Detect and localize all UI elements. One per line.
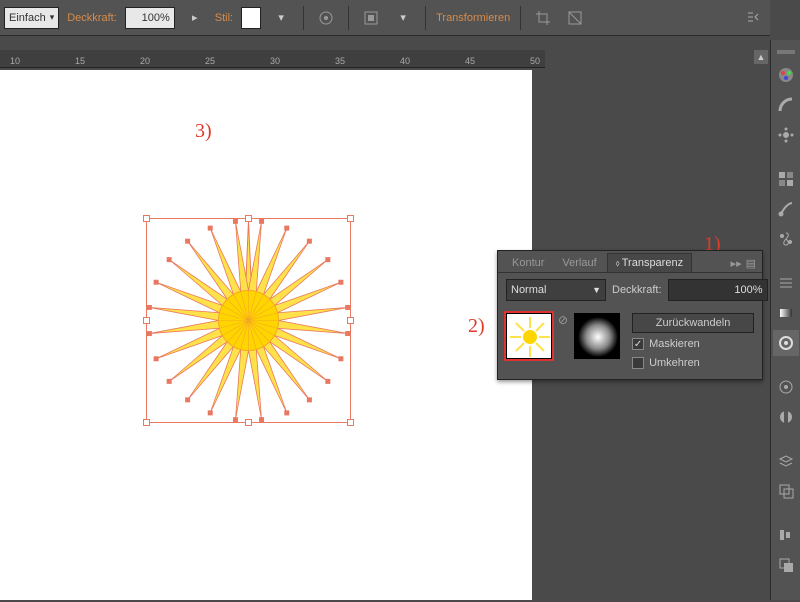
selection-handle-se[interactable] bbox=[347, 419, 354, 426]
panel-opacity-label: Deckkraft: bbox=[612, 284, 662, 296]
tab-verlauf[interactable]: Verlauf bbox=[554, 254, 604, 272]
recolor-icon[interactable] bbox=[314, 7, 338, 29]
horizontal-ruler: 10 15 20 25 30 35 40 45 50 bbox=[0, 50, 545, 68]
layers-icon[interactable] bbox=[773, 448, 799, 474]
transparency-panel[interactable]: Kontur Verlauf ⬨Transparenz ▸▸ ▤ Normal ▼… bbox=[497, 250, 763, 380]
options-bar: Einfach ▾ Deckkraft: 100% ▸ Stil: ▾ ▾ Tra… bbox=[0, 0, 770, 36]
selection-box[interactable] bbox=[146, 218, 351, 423]
blend-mode-dropdown[interactable]: Normal ▼ bbox=[506, 279, 606, 301]
revert-mask-button[interactable]: Zurückwandeln bbox=[632, 313, 754, 333]
opacity-label: Deckkraft: bbox=[67, 12, 117, 24]
ruler-tick-label: 30 bbox=[270, 56, 280, 66]
opacity-stepper[interactable]: ▸ bbox=[183, 7, 207, 29]
collapse-icon[interactable] bbox=[742, 6, 766, 28]
mask-thumbnail[interactable] bbox=[574, 313, 620, 359]
blend-mode-value: Normal bbox=[511, 284, 546, 296]
symbols-icon[interactable] bbox=[773, 226, 799, 252]
opacity-value: 100% bbox=[142, 12, 170, 24]
selection-handle-e[interactable] bbox=[347, 317, 354, 324]
panel-expand-icon[interactable]: ▸▸ bbox=[731, 257, 742, 270]
panel-mask-row: ⊘ Zurückwandeln ✓ Maskieren Umkehren bbox=[498, 307, 762, 377]
align-panel-icon[interactable] bbox=[773, 522, 799, 548]
ruler-tick-label: 50 bbox=[530, 56, 540, 66]
transform-label: Transformieren bbox=[436, 12, 510, 24]
separator bbox=[348, 6, 349, 30]
style-dropdown[interactable]: ▾ bbox=[269, 7, 293, 29]
tab-transparenz[interactable]: ⬨Transparenz bbox=[607, 253, 692, 272]
panel-drag-handle[interactable] bbox=[777, 50, 795, 54]
artwork-thumbnail[interactable] bbox=[506, 313, 552, 359]
style-swatch[interactable] bbox=[241, 7, 261, 29]
right-panel-strip bbox=[770, 40, 800, 600]
graphic-styles-icon[interactable] bbox=[773, 404, 799, 430]
mask-checkbox-row[interactable]: ✓ Maskieren bbox=[632, 338, 754, 350]
panel-opacity-value: 100% bbox=[734, 284, 762, 296]
align-icon[interactable] bbox=[359, 7, 383, 29]
selection-handle-s[interactable] bbox=[245, 419, 252, 426]
ruler-tick-label: 15 bbox=[75, 56, 85, 66]
checkbox-icon bbox=[632, 357, 644, 369]
tab-transparenz-label: Transparenz bbox=[622, 257, 683, 269]
mask-label: Maskieren bbox=[649, 338, 700, 350]
checkbox-checked-icon: ✓ bbox=[632, 338, 644, 350]
brushes-icon[interactable] bbox=[773, 196, 799, 222]
swatches-icon[interactable] bbox=[773, 166, 799, 192]
ruler-tick-label: 10 bbox=[10, 56, 20, 66]
panel-blend-row: Normal▼ Deckkraft: 100% ▸ bbox=[498, 273, 762, 307]
artboard[interactable] bbox=[0, 70, 532, 600]
ruler-tick-label: 45 bbox=[465, 56, 475, 66]
selection-handle-sw[interactable] bbox=[143, 419, 150, 426]
selection-handle-n[interactable] bbox=[245, 215, 252, 222]
pathfinder-icon[interactable] bbox=[773, 552, 799, 578]
appearance-icon[interactable] bbox=[773, 374, 799, 400]
canvas-area bbox=[0, 68, 545, 602]
artboards-icon[interactable] bbox=[773, 478, 799, 504]
mode-dropdown[interactable]: Einfach ▾ bbox=[4, 7, 59, 29]
selection-handle-ne[interactable] bbox=[347, 215, 354, 222]
separator bbox=[303, 6, 304, 30]
tab-kontur[interactable]: Kontur bbox=[504, 254, 552, 272]
mode-value: Einfach bbox=[9, 12, 46, 24]
style-label: Stil: bbox=[215, 12, 233, 24]
transparency-panel-icon[interactable] bbox=[773, 330, 799, 356]
selection-handle-w[interactable] bbox=[143, 317, 150, 324]
invert-label: Umkehren bbox=[649, 357, 700, 369]
annotation-2: 2) bbox=[468, 315, 485, 338]
panel-menu-icon[interactable]: ▤ bbox=[746, 257, 756, 270]
invert-checkbox-row[interactable]: Umkehren bbox=[632, 357, 754, 369]
ruler-tick-label: 20 bbox=[140, 56, 150, 66]
opacity-input[interactable]: 100% bbox=[125, 7, 175, 29]
isolate-icon[interactable] bbox=[563, 7, 587, 29]
selection-handle-nw[interactable] bbox=[143, 215, 150, 222]
tab-active-icon: ⬨ bbox=[616, 258, 620, 268]
separator bbox=[425, 6, 426, 30]
gradient-panel-icon[interactable] bbox=[773, 300, 799, 326]
ruler-tick-label: 40 bbox=[400, 56, 410, 66]
chevron-down-icon: ▾ bbox=[50, 12, 55, 23]
scroll-up-button[interactable]: ▲ bbox=[754, 50, 768, 64]
chevron-down-icon: ▼ bbox=[592, 285, 601, 295]
mask-options: Zurückwandeln ✓ Maskieren Umkehren bbox=[632, 313, 754, 371]
ruler-tick-label: 25 bbox=[205, 56, 215, 66]
align-dropdown[interactable]: ▾ bbox=[391, 7, 415, 29]
stroke-panel-icon[interactable] bbox=[773, 270, 799, 296]
ruler-tick-label: 35 bbox=[335, 56, 345, 66]
color-guide-icon[interactable] bbox=[773, 92, 799, 118]
crop-icon[interactable] bbox=[531, 7, 555, 29]
panel-tabs: Kontur Verlauf ⬨Transparenz ▸▸ ▤ bbox=[498, 251, 762, 273]
color-panel-icon[interactable] bbox=[773, 62, 799, 88]
panel-opacity-input[interactable]: 100% bbox=[668, 279, 768, 301]
annotation-3: 3) bbox=[195, 120, 212, 143]
kuler-icon[interactable] bbox=[773, 122, 799, 148]
separator bbox=[520, 6, 521, 30]
link-mask-icon[interactable]: ⊘ bbox=[558, 313, 568, 327]
